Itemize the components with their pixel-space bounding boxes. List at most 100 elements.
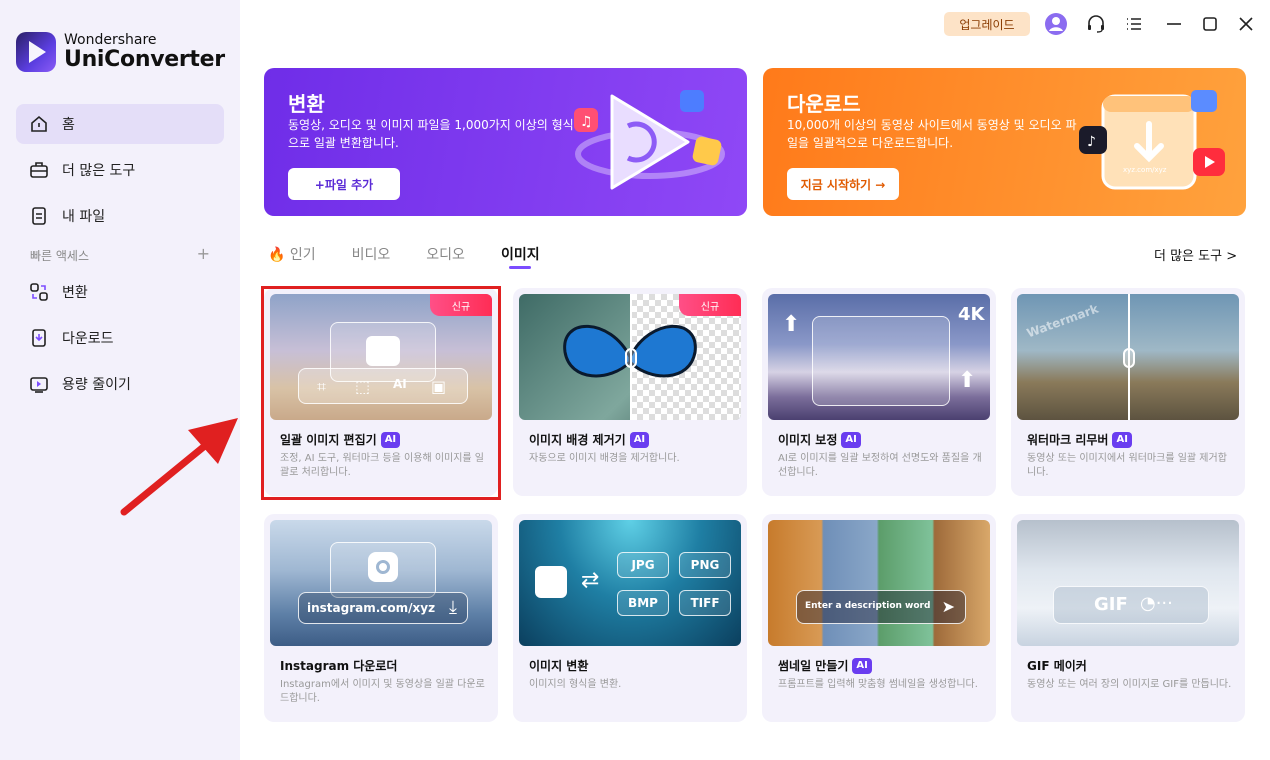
card-title: GIF 메이커 <box>1027 659 1087 673</box>
instagram-icon <box>368 552 398 582</box>
card-description: AI로 이미지를 일괄 보정하여 선명도와 품질을 개선합니다. <box>778 453 982 478</box>
sidebar-item-my-files[interactable]: 내 파일 <box>16 196 224 236</box>
sidebar-item-label: 내 파일 <box>62 209 106 225</box>
svg-text:♪: ♪ <box>1087 134 1096 150</box>
convert-arrows-icon: ⇄ <box>581 568 600 593</box>
format-chip: JPG <box>617 552 669 578</box>
sidebar-item-convert[interactable]: 변환 <box>16 272 224 312</box>
enhance-label-4k: 4K <box>958 304 985 325</box>
svg-text:♫: ♫ <box>580 114 593 130</box>
tool-card-thumbnail-maker[interactable]: Enter a description word ➤ 썸네일 만들기 AI 프롬프… <box>762 514 996 722</box>
sidebar-item-label: 홈 <box>62 117 75 133</box>
maximize-icon[interactable] <box>1198 12 1222 36</box>
start-now-button[interactable]: 지금 시작하기 → <box>787 168 899 200</box>
instagram-thumbnail: instagram.com/xyz ⤓ <box>270 520 492 646</box>
ai-badge: AI <box>852 657 872 674</box>
download-icon <box>28 327 50 349</box>
category-tabs: 🔥 인기 비디오 오디오 이미지 <box>268 244 576 269</box>
download-url-hint: xyz.com/xyz <box>1123 166 1167 174</box>
fire-icon: 🔥 <box>268 247 286 263</box>
add-file-button[interactable]: +파일 추가 <box>288 168 400 200</box>
card-title: 이미지 배경 제거기 <box>529 433 626 447</box>
format-chip: PNG <box>679 552 731 578</box>
app-logo: Wondershare UniConverter <box>16 32 225 72</box>
card-description: 이미지의 형식을 변환. <box>529 679 622 690</box>
upgrade-button[interactable]: 업그레이드 <box>944 12 1030 36</box>
uniconverter-logo-icon <box>16 32 56 72</box>
title-bar: 업그레이드 <box>240 0 1270 48</box>
card-title: 이미지 보정 <box>778 433 838 447</box>
compare-slider-handle <box>1123 348 1135 368</box>
image-enhancer-thumbnail: 4K ⬆ ⬆ <box>768 294 990 420</box>
quick-access-label: 빠른 액세스 <box>30 249 90 263</box>
tab-image[interactable]: 이미지 <box>501 244 540 269</box>
card-title: Instagram 다운로더 <box>280 659 398 673</box>
compress-icon <box>28 373 50 395</box>
avatar[interactable] <box>1044 12 1068 36</box>
download-banner-desc: 10,000개 이상의 동영상 사이트에서 동영상 및 오디오 파일을 일괄적으… <box>787 118 1077 150</box>
gif-label-box: GIF ◔··· <box>1053 586 1209 624</box>
add-quick-access-icon[interactable]: + <box>197 246 210 264</box>
convert-illustration-icon: ♫ <box>570 82 730 206</box>
format-chip: BMP <box>617 590 669 616</box>
prompt-placeholder: Enter a description word <box>805 601 931 611</box>
convert-banner[interactable]: 변환 동영상, 오디오 및 이미지 파일을 1,000가지 이상의 형식으로 일… <box>264 68 747 216</box>
ai-badge: AI <box>1112 431 1132 448</box>
ai-badge: AI <box>841 431 861 448</box>
support-headset-icon[interactable] <box>1084 12 1108 36</box>
convert-banner-desc: 동영상, 오디오 및 이미지 파일을 1,000가지 이상의 형식으로 일괄 변… <box>288 118 574 150</box>
highlight-box <box>261 286 501 500</box>
image-icon <box>535 566 567 598</box>
more-tools-link[interactable]: 더 많은 도구 > <box>1154 245 1237 264</box>
gif-label: GIF <box>1094 594 1128 615</box>
card-description: 동영상 또는 여러 장의 이미지로 GIF를 만듭니다. <box>1027 679 1232 690</box>
quick-access-header: 빠른 액세스 + <box>30 246 210 264</box>
brand-line2: UniConverter <box>64 47 225 72</box>
download-banner[interactable]: 다운로드 10,000개 이상의 동영상 사이트에서 동영상 및 오디오 파일을… <box>763 68 1246 216</box>
sidebar-item-compress[interactable]: 용량 줄이기 <box>16 364 224 404</box>
send-icon: ➤ <box>941 597 955 616</box>
tool-card-image-enhancer[interactable]: 4K ⬆ ⬆ 이미지 보정 AI AI로 이미지를 일괄 보정하여 선명도와 품질… <box>762 288 996 496</box>
loading-icon: ◔··· <box>1140 593 1173 614</box>
gif-maker-thumbnail: GIF ◔··· <box>1017 520 1239 646</box>
watermark-text: Watermark <box>1024 301 1101 341</box>
file-icon <box>28 205 50 227</box>
tab-popular[interactable]: 🔥 인기 <box>268 244 316 264</box>
sidebar-item-label: 용량 줄이기 <box>62 377 131 393</box>
convert-icon <box>28 281 50 303</box>
sidebar-item-label: 다운로드 <box>62 331 114 347</box>
card-description: 동영상 또는 이미지에서 워터마크를 일괄 제거합니다. <box>1027 453 1227 478</box>
sidebar-item-label: 더 많은 도구 <box>62 163 136 179</box>
format-chip: TIFF <box>679 590 731 616</box>
sidebar-item-more-tools[interactable]: 더 많은 도구 <box>16 150 224 190</box>
brand-line1: Wondershare <box>64 32 157 48</box>
ai-badge: AI <box>629 431 650 448</box>
tool-card-gif-maker[interactable]: GIF ◔··· GIF 메이커 동영상 또는 여러 장의 이미지로 GIF를 … <box>1011 514 1245 722</box>
tab-video[interactable]: 비디오 <box>352 244 391 264</box>
sidebar-item-home[interactable]: 홈 <box>16 104 224 144</box>
sidebar: Wondershare UniConverter 홈 더 많은 도구 내 파일 … <box>0 0 240 760</box>
tool-card-image-converter[interactable]: ⇄ JPG PNG BMP TIFF 이미지 변환 이미지의 형식을 변환. <box>513 514 747 722</box>
convert-banner-title: 변환 <box>288 92 325 116</box>
tab-audio[interactable]: 오디오 <box>426 244 465 264</box>
download-illustration-icon: ♪ xyz.com/xyz <box>1075 86 1235 206</box>
minimize-icon[interactable] <box>1162 12 1186 36</box>
sidebar-item-label: 변환 <box>62 285 88 301</box>
arrow-up-icon: ⬆ <box>782 312 801 337</box>
card-title: 이미지 변환 <box>529 659 589 673</box>
instagram-url-field: instagram.com/xyz ⤓ <box>298 592 468 624</box>
tool-card-watermark-remover[interactable]: Watermark 워터마크 리무버 AI 동영상 또는 이미지에서 워터마크를 … <box>1011 288 1245 496</box>
compare-slider-handle <box>625 348 637 368</box>
prompt-input: Enter a description word ➤ <box>796 590 966 624</box>
sidebar-item-download[interactable]: 다운로드 <box>16 318 224 358</box>
card-description: Instagram에서 이미지 및 동영상을 일괄 다운로드합니다. <box>280 679 485 704</box>
card-description: 자동으로 이미지 배경을 제거합니다. <box>529 453 680 464</box>
card-description: 프롬프트를 입력해 맞춤형 썸네일을 생성합니다. <box>778 679 978 690</box>
thumbnail-maker-thumbnail: Enter a description word ➤ <box>768 520 990 646</box>
tool-card-instagram-downloader[interactable]: instagram.com/xyz ⤓ Instagram 다운로더 Insta… <box>264 514 498 722</box>
menu-icon[interactable] <box>1122 12 1146 36</box>
app-window: Wondershare UniConverter 홈 더 많은 도구 내 파일 … <box>0 0 1270 760</box>
new-badge: 신규 <box>679 294 741 316</box>
tool-card-background-remover[interactable]: 신규 이미지 배경 제거기 AI 자동으로 이미지 배경을 제거합니다. <box>513 288 747 496</box>
close-icon[interactable] <box>1234 12 1258 36</box>
